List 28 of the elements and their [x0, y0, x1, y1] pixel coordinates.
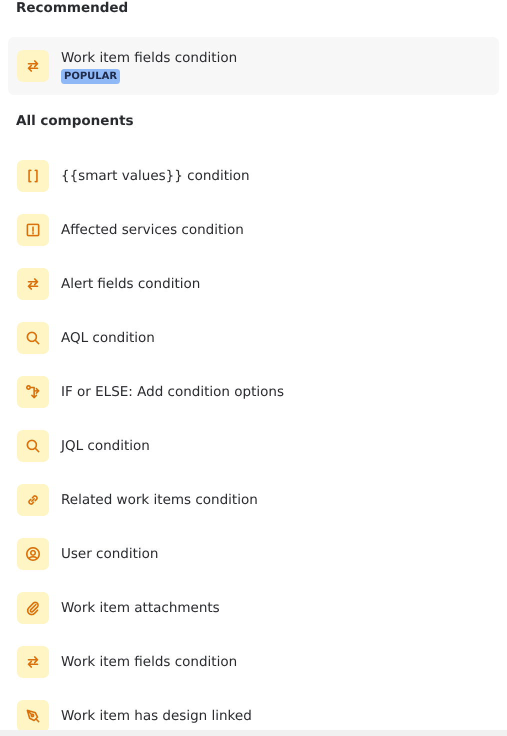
paperclip-icon [17, 592, 49, 624]
search-icon [17, 430, 49, 462]
component-item[interactable]: JQL condition [61, 437, 150, 455]
swap-arrows-icon [17, 50, 49, 82]
component-item[interactable]: Alert fields condition [61, 275, 200, 293]
braces-icon [17, 160, 49, 192]
component-item[interactable]: Work item attachments [61, 599, 220, 617]
component-item[interactable]: Related work items condition [61, 491, 258, 509]
component-label: Work item fields condition [61, 48, 238, 66]
swap-arrows-icon [17, 268, 49, 300]
branch-icon [17, 376, 49, 408]
swap-arrows-icon [17, 646, 49, 678]
component-item[interactable]: Affected services condition [61, 221, 244, 239]
search-icon [17, 322, 49, 354]
component-item[interactable]: IF or ELSE: Add condition options [61, 383, 284, 401]
pen-nib-icon [17, 700, 49, 732]
component-item[interactable]: AQL condition [61, 329, 155, 347]
alert-icon [17, 214, 49, 246]
component-item[interactable]: User condition [61, 545, 158, 563]
component-item[interactable]: Work item has design linked [61, 707, 252, 725]
popular-badge: POPULAR [61, 68, 120, 84]
user-icon [17, 538, 49, 570]
component-item[interactable]: {{smart values}} condition [61, 167, 250, 185]
section-heading: All components [15, 113, 135, 129]
component-item[interactable]: Work item fields condition [61, 653, 238, 671]
link-icon [17, 484, 49, 516]
component-card[interactable]: Work item fields condition POPULAR [8, 37, 499, 95]
section-heading: Recommended [15, 0, 130, 16]
